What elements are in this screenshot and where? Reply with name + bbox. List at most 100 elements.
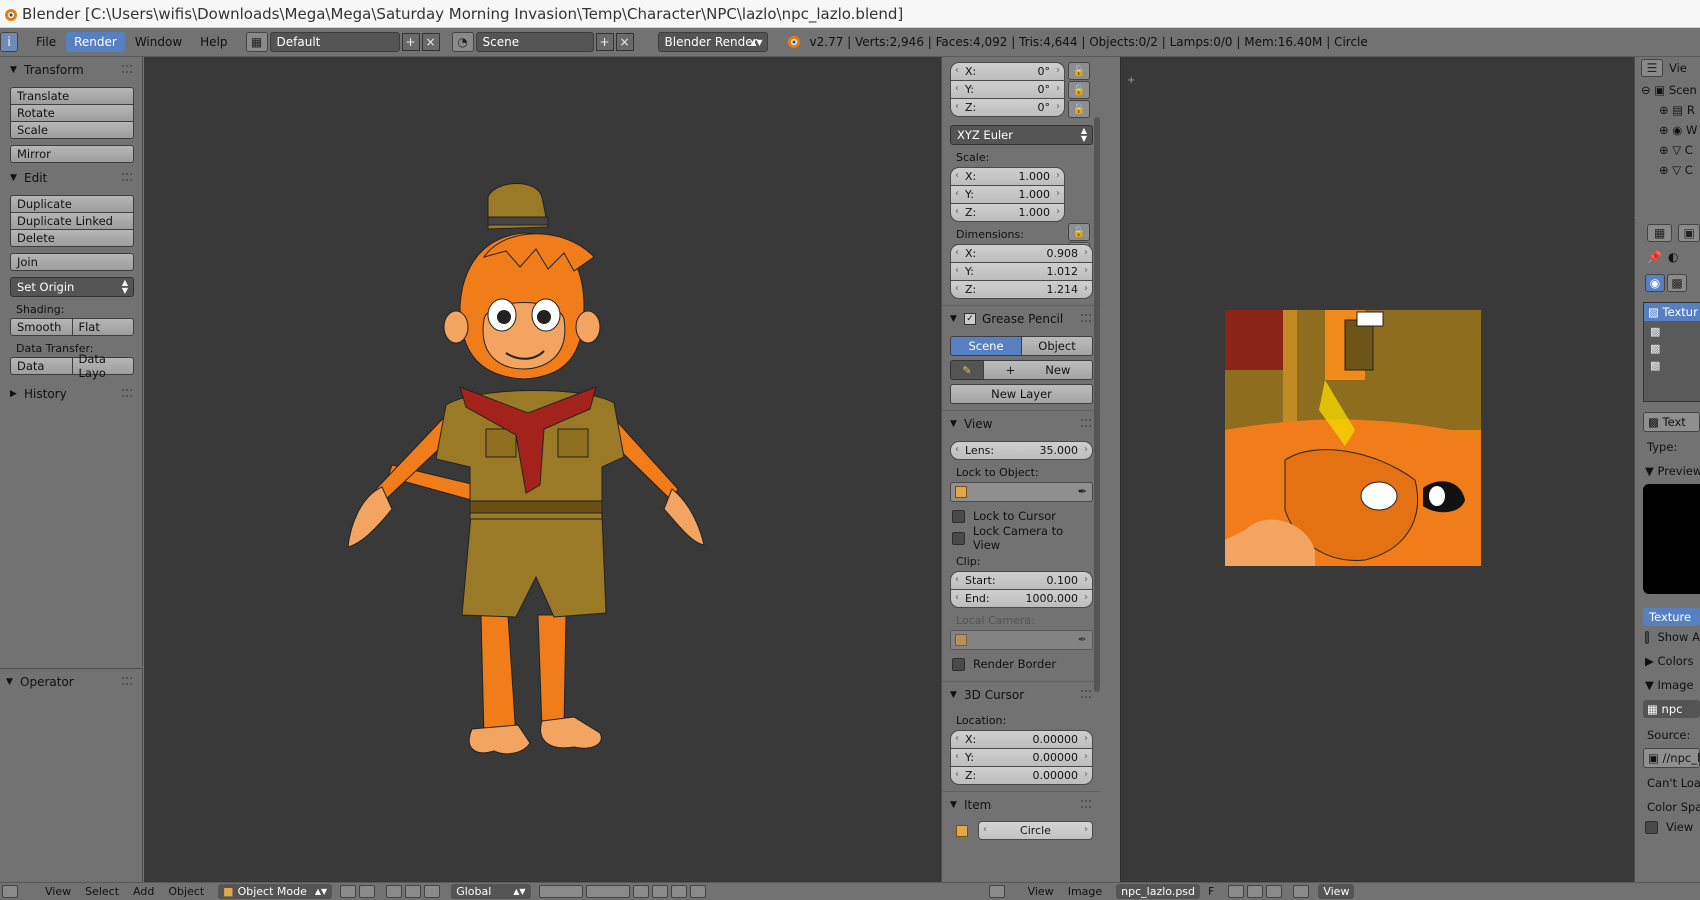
- set-origin-dropdown[interactable]: Set Origin ▲ ▼: [10, 277, 134, 297]
- texture-slot-empty[interactable]: ▩: [1650, 342, 1700, 355]
- cursor-z-field[interactable]: Z: 0.00000: [950, 766, 1093, 785]
- outliner-scene-row[interactable]: ⊖ ▣ Scen: [1641, 83, 1700, 97]
- image-menu-image[interactable]: Image: [1068, 885, 1102, 898]
- onion-icon[interactable]: [689, 885, 706, 898]
- layers-icon[interactable]: [538, 885, 583, 898]
- proportional-edit-icon[interactable]: [651, 885, 668, 898]
- pencil-icon[interactable]: ✎: [950, 360, 984, 380]
- render-preview-icon[interactable]: [670, 885, 687, 898]
- eyedropper-icon[interactable]: ✒: [1078, 485, 1087, 498]
- scene-field[interactable]: Scene: [475, 32, 594, 52]
- grease-pencil-object-button[interactable]: Object: [1021, 336, 1093, 356]
- new-image-icon[interactable]: [1228, 885, 1245, 898]
- properties-editor-icon[interactable]: ▦: [1647, 224, 1673, 242]
- image-editor-type-icon[interactable]: [988, 885, 1005, 898]
- drag-grip-icon[interactable]: [1081, 800, 1091, 808]
- pin-icon[interactable]: 📌: [1647, 250, 1662, 264]
- image-menu-view[interactable]: View: [1028, 885, 1054, 898]
- grease-pencil-checkbox[interactable]: ✓: [964, 313, 976, 325]
- pin-image-icon[interactable]: [1293, 885, 1310, 898]
- 3d-cursor-panel-header[interactable]: ▼ 3D Cursor: [950, 684, 1093, 706]
- lock-scale-x-icon[interactable]: 🔓: [1068, 223, 1090, 241]
- smooth-shading-button[interactable]: Smooth: [10, 318, 73, 336]
- duplicate-button[interactable]: Duplicate: [10, 195, 134, 213]
- grease-pencil-scene-button[interactable]: Scene: [950, 336, 1022, 356]
- drag-grip-icon[interactable]: [122, 173, 132, 181]
- clip-start-field[interactable]: Start: 0.100: [950, 571, 1093, 590]
- uv-image-editor[interactable]: +: [1120, 57, 1634, 882]
- add-scene-button[interactable]: +: [595, 33, 614, 51]
- data-layout-button[interactable]: Data Layo: [71, 352, 134, 380]
- drag-grip-icon[interactable]: [1081, 314, 1091, 322]
- menu-render[interactable]: Render: [66, 32, 125, 52]
- texture-slot-active[interactable]: ▧ Textur: [1644, 303, 1700, 321]
- rotation-z-field[interactable]: Z: 0°: [950, 98, 1065, 117]
- lock-rotation-z-icon[interactable]: 🔓: [1068, 100, 1090, 118]
- rotation-x-field[interactable]: X: 0°: [950, 62, 1065, 81]
- clip-end-field[interactable]: End: 1000.000: [950, 589, 1093, 608]
- cursor-x-field[interactable]: X: 0.00000: [950, 730, 1093, 749]
- outliner-view-menu[interactable]: Vie: [1669, 61, 1687, 75]
- lock-to-object-field[interactable]: ✒: [950, 482, 1093, 502]
- scene-icon[interactable]: ◔: [451, 32, 474, 52]
- snap-icon[interactable]: [632, 885, 649, 898]
- image-fake-user-button[interactable]: F: [1208, 885, 1214, 898]
- outliner-row-world[interactable]: ⊕ ◉ W: [1659, 123, 1700, 137]
- grease-pencil-new-button[interactable]: + New: [983, 360, 1093, 380]
- object-name-field[interactable]: Circle: [978, 821, 1093, 840]
- viewport-shading-icon[interactable]: [340, 885, 357, 898]
- texture-checker-icon[interactable]: ▩: [1667, 274, 1687, 292]
- 3d-view-editor-icon[interactable]: [2, 885, 18, 898]
- drag-grip-icon[interactable]: [122, 65, 132, 73]
- remove-screen-button[interactable]: ×: [421, 33, 440, 51]
- remove-scene-button[interactable]: ×: [615, 33, 634, 51]
- outliner-row-renderlayers[interactable]: ⊕ ▤ R: [1659, 103, 1700, 117]
- scale-x-field[interactable]: X: 1.000: [950, 167, 1065, 186]
- transform-orientation-dropdown[interactable]: Global ▲▼: [451, 884, 531, 899]
- operator-panel-header[interactable]: ▼ Operator: [6, 671, 134, 693]
- preview-texture-tab[interactable]: Texture: [1643, 608, 1700, 626]
- render-engine-dropdown[interactable]: Blender Render ▲▼: [657, 32, 768, 52]
- lock-camera-checkbox[interactable]: Lock Camera to View: [952, 524, 1093, 552]
- flat-shading-button[interactable]: Flat: [71, 318, 134, 336]
- scale-button[interactable]: Scale: [10, 121, 134, 139]
- world-texture-tab-icon[interactable]: ◉: [1645, 274, 1665, 292]
- edit-panel-header[interactable]: ▼ Edit: [10, 167, 134, 189]
- translate-manipulator-icon[interactable]: [405, 885, 422, 898]
- duplicate-linked-button[interactable]: Duplicate Linked: [10, 212, 134, 230]
- rotate-manipulator-icon[interactable]: [424, 885, 441, 898]
- open-image-icon[interactable]: [1247, 885, 1264, 898]
- menu-select[interactable]: Select: [85, 885, 119, 898]
- texture-type-row[interactable]: Type:: [1647, 440, 1700, 454]
- menu-view[interactable]: View: [45, 885, 71, 898]
- editor-type-info-icon[interactable]: i: [0, 32, 18, 52]
- image-editor-mode-dropdown[interactable]: View: [1318, 884, 1355, 899]
- drag-grip-icon[interactable]: [122, 677, 132, 685]
- rotation-mode-dropdown[interactable]: XYZ Euler ▲ ▼: [950, 125, 1093, 145]
- rotation-y-field[interactable]: Y: 0°: [950, 80, 1065, 99]
- transform-panel-header[interactable]: ▼ Transform: [10, 59, 134, 81]
- render-tab-icon[interactable]: ▣: [1678, 224, 1700, 242]
- unlink-image-icon[interactable]: [1266, 885, 1283, 898]
- menu-add[interactable]: Add: [133, 885, 154, 898]
- data-transfer-button[interactable]: Data: [10, 357, 73, 375]
- image-panel-header[interactable]: ▼ Image: [1645, 678, 1700, 692]
- view-as-render-checkbox[interactable]: View: [1645, 816, 1700, 838]
- menu-window[interactable]: Window: [127, 32, 190, 52]
- layers-icon[interactable]: [585, 885, 630, 898]
- screen-layout-icon[interactable]: ▦: [245, 32, 268, 52]
- drag-grip-icon[interactable]: [1081, 419, 1091, 427]
- mirror-button[interactable]: Mirror: [10, 145, 134, 163]
- outliner-row-object-1[interactable]: ⊕ ▽ C: [1659, 143, 1700, 157]
- dimension-z-field[interactable]: Z: 1.214: [950, 280, 1093, 299]
- menu-file[interactable]: File: [28, 32, 64, 52]
- dimension-x-field[interactable]: X: 0.908: [950, 244, 1093, 263]
- properties-scrollbar[interactable]: [1094, 117, 1100, 692]
- new-layer-button[interactable]: New Layer: [950, 384, 1093, 404]
- filepath-field[interactable]: ▣ //npc_l: [1643, 748, 1700, 768]
- image-browse-field[interactable]: npc_lazlo.psd: [1116, 884, 1201, 899]
- dimension-y-field[interactable]: Y: 1.012: [950, 262, 1093, 281]
- lock-rotation-y-icon[interactable]: 🔓: [1068, 81, 1090, 99]
- cursor-y-field[interactable]: Y: 0.00000: [950, 748, 1093, 767]
- screen-layout-field[interactable]: Default: [269, 32, 400, 52]
